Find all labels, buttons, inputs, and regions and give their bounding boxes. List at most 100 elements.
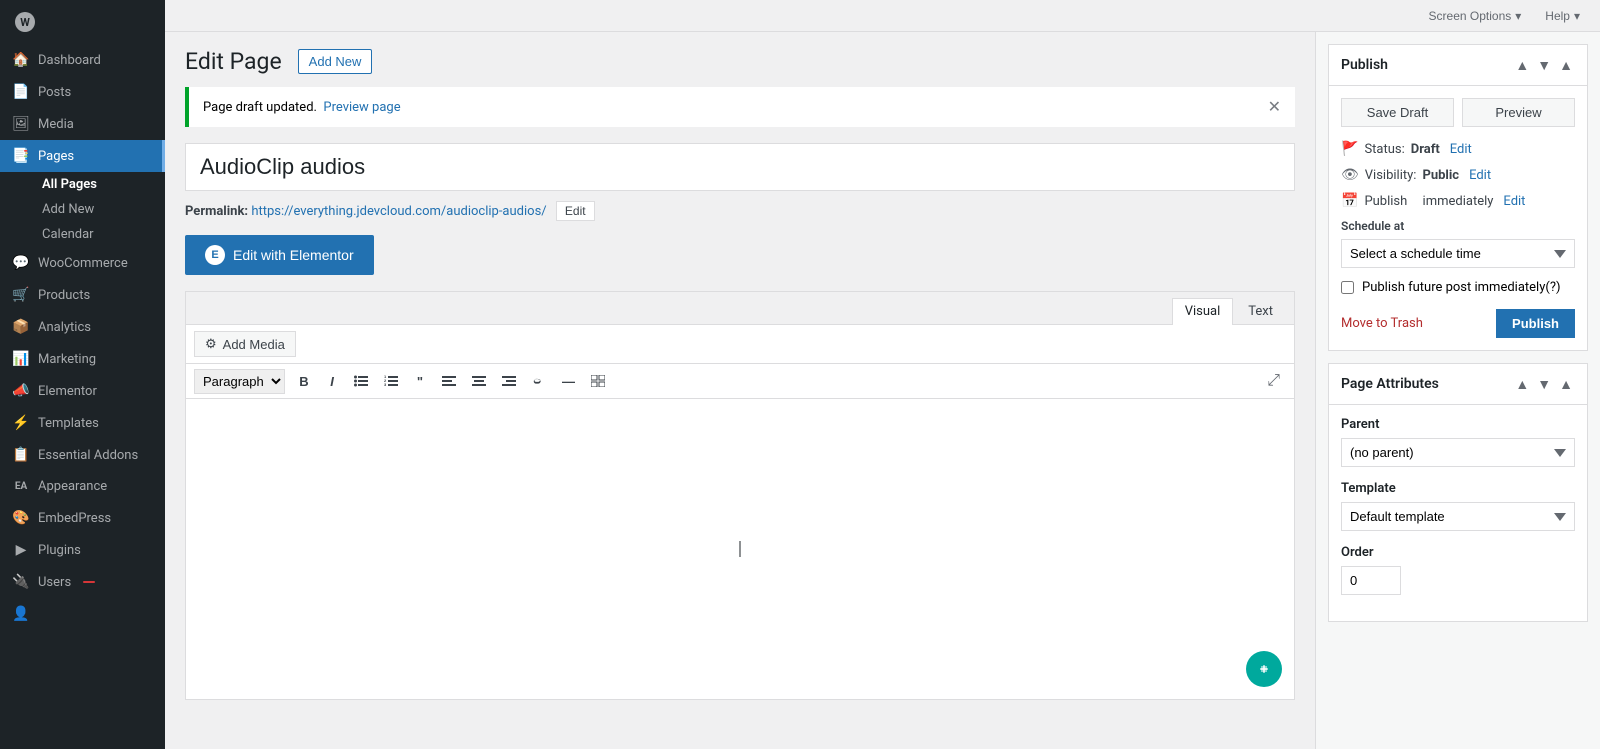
products-icon: 📦 bbox=[12, 319, 30, 335]
publish-future-row: Publish future post immediately(?) bbox=[1341, 280, 1575, 295]
align-left-button[interactable] bbox=[435, 368, 463, 394]
topbar: Screen Options ▾ Help ▾ bbox=[165, 0, 1600, 32]
publish-when: immediately bbox=[1423, 194, 1494, 209]
sidebar-item-products[interactable]: 📦 Analytics bbox=[0, 311, 165, 343]
sidebar-sub-add-new[interactable]: Add New bbox=[30, 197, 165, 222]
notice-close-button[interactable]: ✕ bbox=[1268, 97, 1281, 117]
sidebar-item-posts[interactable]: 📄 Posts bbox=[0, 76, 165, 108]
analytics-icon: 📊 bbox=[12, 351, 30, 367]
sidebar-item-label: Dashboard bbox=[38, 53, 101, 68]
editor-toolbar: Paragraph Heading 1 Heading 2 Heading 3 … bbox=[186, 364, 1294, 399]
dropdown-icon: ▾ bbox=[1515, 9, 1521, 23]
template-select[interactable]: Default template bbox=[1341, 502, 1575, 531]
visibility-edit-link[interactable]: Edit bbox=[1469, 168, 1491, 183]
ordered-list-button[interactable]: 123 bbox=[377, 368, 405, 394]
publish-collapse-down[interactable]: ▼ bbox=[1535, 55, 1553, 75]
sidebar-sub-all-pages[interactable]: All Pages bbox=[30, 172, 165, 197]
move-to-trash-link[interactable]: Move to Trash bbox=[1341, 316, 1423, 331]
sidebar-item-media[interactable]: 🖼 Media bbox=[0, 108, 165, 140]
add-new-button[interactable]: Add New bbox=[298, 49, 373, 74]
visibility-value: Public bbox=[1422, 168, 1459, 183]
tab-visual[interactable]: Visual bbox=[1172, 298, 1234, 325]
parent-select[interactable]: (no parent) bbox=[1341, 438, 1575, 467]
sidebar-item-label: Users bbox=[38, 575, 71, 590]
save-draft-button[interactable]: Save Draft bbox=[1341, 98, 1454, 127]
main-area: Screen Options ▾ Help ▾ Edit Page Add Ne… bbox=[165, 0, 1600, 749]
tab-text[interactable]: Text bbox=[1235, 298, 1286, 324]
parent-label: Parent bbox=[1341, 417, 1575, 432]
sidebar-item-label: Analytics bbox=[38, 320, 91, 335]
add-media-button[interactable]: ⚙ Add Media bbox=[194, 331, 296, 357]
unordered-list-button[interactable] bbox=[347, 368, 375, 394]
link-button[interactable] bbox=[525, 368, 553, 394]
sidebar-item-plugins[interactable]: 🔌 Users bbox=[0, 566, 165, 598]
preview-page-link[interactable]: Preview page bbox=[323, 100, 400, 115]
format-select[interactable]: Paragraph Heading 1 Heading 2 Heading 3 bbox=[194, 369, 285, 394]
sidebar-item-label: Products bbox=[38, 288, 90, 303]
permalink-edit-button[interactable]: Edit bbox=[556, 201, 595, 221]
blockquote-button[interactable]: " bbox=[407, 368, 433, 394]
woocommerce-icon: 🛒 bbox=[12, 287, 30, 303]
sidebar-item-comments[interactable]: 💬 WooCommerce bbox=[0, 247, 165, 279]
sidebar-logo[interactable]: W bbox=[0, 0, 165, 44]
kitchen-sink-button[interactable] bbox=[584, 368, 612, 394]
elementor-icon: ⚡ bbox=[12, 415, 30, 431]
order-field: Order bbox=[1341, 545, 1575, 595]
italic-button[interactable]: I bbox=[319, 368, 345, 394]
sidebar-item-elementor[interactable]: ⚡ Templates bbox=[0, 407, 165, 439]
publish-edit-link[interactable]: Edit bbox=[1503, 194, 1525, 209]
posts-icon: 📄 bbox=[12, 84, 30, 100]
expand-toolbar-button[interactable]: ⤢ bbox=[1261, 369, 1286, 393]
publish-panel-controls: ▲ ▼ ▲ bbox=[1513, 55, 1575, 75]
status-row: 🚩 Status: Draft Edit bbox=[1341, 141, 1575, 157]
sidebar-item-users[interactable]: 👤 bbox=[0, 598, 165, 630]
screen-options-button[interactable]: Screen Options ▾ bbox=[1421, 5, 1530, 27]
media-upload-bar: ⚙ Add Media bbox=[186, 325, 1294, 364]
publish-button[interactable]: Publish bbox=[1496, 309, 1575, 338]
sidebar-item-woocommerce[interactable]: 🛒 Products bbox=[0, 279, 165, 311]
embedpress-icon: ▶ bbox=[12, 542, 30, 558]
permalink-link[interactable]: https://everything.jdevcloud.com/audiocl… bbox=[251, 204, 546, 219]
publish-panel: Publish ▲ ▼ ▲ Save Draft Preview 🚩 Statu… bbox=[1328, 44, 1588, 351]
hr-button[interactable]: — bbox=[555, 368, 582, 394]
preview-button[interactable]: Preview bbox=[1462, 98, 1575, 127]
page-attr-close[interactable]: ▲ bbox=[1557, 374, 1575, 394]
align-right-button[interactable] bbox=[495, 368, 523, 394]
parent-field: Parent (no parent) bbox=[1341, 417, 1575, 467]
publish-future-checkbox[interactable] bbox=[1341, 281, 1354, 294]
schedule-label: Schedule at bbox=[1341, 219, 1575, 233]
media-icon: 🖼 bbox=[12, 116, 30, 132]
publish-collapse-up[interactable]: ▲ bbox=[1513, 55, 1531, 75]
bold-button[interactable]: B bbox=[291, 368, 317, 394]
template-field: Template Default template bbox=[1341, 481, 1575, 531]
status-value: Draft bbox=[1411, 142, 1440, 157]
page-attr-collapse-up[interactable]: ▲ bbox=[1513, 374, 1531, 394]
sidebar-item-embedpress[interactable]: ▶ Plugins bbox=[0, 534, 165, 566]
sidebar-item-label: Pages bbox=[38, 149, 74, 164]
page-title-input[interactable] bbox=[185, 143, 1295, 191]
sidebar-item-marketing[interactable]: 📣 Elementor bbox=[0, 375, 165, 407]
publish-panel-title: Publish bbox=[1341, 57, 1388, 73]
edit-with-elementor-button[interactable]: E Edit with Elementor bbox=[185, 235, 374, 275]
sidebar-item-dashboard[interactable]: 🏠 Dashboard bbox=[0, 44, 165, 76]
sidebar-item-label: Posts bbox=[38, 85, 71, 100]
order-input[interactable] bbox=[1341, 566, 1401, 595]
schedule-select[interactable]: Select a schedule time bbox=[1341, 239, 1575, 268]
status-edit-link[interactable]: Edit bbox=[1450, 142, 1472, 157]
text-cursor bbox=[740, 541, 741, 557]
help-button[interactable]: Help ▾ bbox=[1537, 5, 1588, 27]
visibility-icon: 👁 bbox=[1341, 167, 1359, 183]
sidebar-item-essential-addons[interactable]: EA Appearance bbox=[0, 471, 165, 502]
editor-content[interactable] bbox=[186, 399, 1294, 699]
sidebar-sub-calendar[interactable]: Calendar bbox=[30, 222, 165, 247]
page-attr-collapse-down[interactable]: ▼ bbox=[1535, 374, 1553, 394]
align-center-button[interactable] bbox=[465, 368, 493, 394]
sidebar-item-templates[interactable]: 📋 Essential Addons bbox=[0, 439, 165, 471]
page-attributes-panel: Page Attributes ▲ ▼ ▲ Parent (no parent) bbox=[1328, 363, 1588, 622]
publish-close[interactable]: ▲ bbox=[1557, 55, 1575, 75]
sidebar-item-analytics[interactable]: 📊 Marketing bbox=[0, 343, 165, 375]
elementor-fab-button[interactable] bbox=[1246, 651, 1282, 687]
sidebar-item-pages[interactable]: 📑 Pages bbox=[0, 140, 165, 172]
pages-submenu: All Pages Add New Calendar bbox=[0, 172, 165, 247]
sidebar-item-appearance[interactable]: 🎨 EmbedPress bbox=[0, 502, 165, 534]
